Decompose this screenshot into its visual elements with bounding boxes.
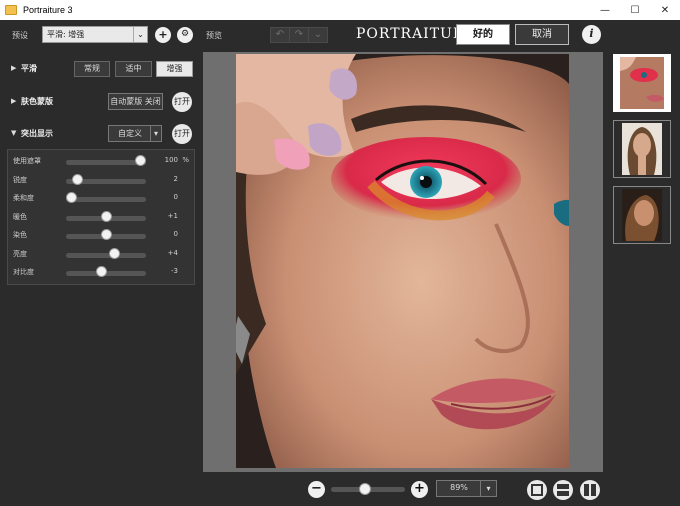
split-vertical-icon: [584, 484, 589, 496]
zoom-out-button[interactable]: −: [308, 481, 325, 498]
slider-row: 染色 0: [8, 227, 196, 245]
zoom-slider-handle[interactable]: [358, 483, 371, 495]
undo-icon[interactable]: ↶: [271, 28, 290, 42]
chevron-down-icon: ⌄: [133, 27, 147, 42]
smoothing-option-normal[interactable]: 常规: [74, 61, 110, 77]
slider-value: 0: [173, 230, 178, 238]
skin-mask-title: 肤色蒙版: [21, 97, 53, 106]
history-controls: ↶ ↷ ⌄: [270, 27, 328, 43]
slider-row: 亮度 +4: [8, 246, 196, 264]
smoothing-option-medium[interactable]: 适中: [115, 61, 152, 77]
single-view-button[interactable]: [527, 480, 547, 500]
slider-label: 亮度: [13, 249, 27, 258]
single-view-icon: [531, 484, 543, 496]
enhancements-open-button[interactable]: 打开: [172, 124, 192, 144]
slider-handle[interactable]: [71, 173, 83, 185]
slider-handle[interactable]: [135, 155, 146, 166]
slider-row: 使用遮罩 100%: [8, 153, 196, 171]
zoom-in-button[interactable]: +: [411, 481, 428, 498]
preview-area: [203, 52, 603, 472]
skin-mask-section-header[interactable]: ▶ 肤色蒙版: [0, 92, 200, 112]
slider-handle[interactable]: [100, 229, 112, 240]
slider-value: 2: [173, 174, 178, 183]
preview-label: 预览: [206, 31, 222, 40]
cancel-button[interactable]: 取消: [515, 24, 569, 45]
slider-value: +1: [167, 211, 178, 220]
slider-handle[interactable]: [66, 192, 77, 203]
top-toolbar: 预设 平滑: 增强 ⌄ + ⚙ 预览 ↶ ↷ ⌄ PORTRAITURI 好的 …: [0, 20, 680, 50]
slider-label: 锐度: [13, 175, 27, 184]
ok-button[interactable]: 好的: [456, 24, 510, 45]
smoothing-option-strong[interactable]: 增强: [156, 61, 193, 77]
preset-value: 平滑: 增强: [47, 30, 85, 39]
collapse-arrow-icon: ▼: [11, 129, 17, 137]
thumbnail-1[interactable]: [613, 54, 671, 112]
slider-value: 0: [173, 193, 178, 201]
slider-row: 柔和度 0: [8, 190, 196, 208]
slider-label: 染色: [13, 231, 27, 239]
slider-row: 锐度 2: [8, 172, 196, 190]
thumbnail-2[interactable]: [613, 120, 671, 178]
smoothing-title: 平滑: [21, 64, 37, 73]
chevron-down-icon: ▾: [150, 126, 161, 141]
slider-value: 100: [164, 156, 178, 164]
split-horizontal-icon: [557, 484, 569, 489]
slider-label: 暖色: [13, 212, 27, 221]
skin-mask-open-button[interactable]: 打开: [172, 92, 192, 112]
split-vertical-button[interactable]: [580, 480, 600, 500]
slider-track[interactable]: [66, 160, 146, 165]
bottom-bar: − + 89% ▾: [0, 472, 680, 506]
auto-mask-button[interactable]: 自动蒙版 关闭: [108, 93, 163, 110]
thumbnail-image: [622, 189, 662, 241]
history-menu-icon[interactable]: ⌄: [309, 28, 327, 42]
portrait-preview-image[interactable]: [236, 54, 569, 468]
close-button[interactable]: ✕: [650, 0, 680, 20]
brand-logo: PORTRAITURI: [356, 26, 471, 42]
gear-icon[interactable]: ⚙: [177, 27, 193, 43]
slider-handle[interactable]: [108, 247, 120, 259]
slider-row: 对比度 -3: [8, 264, 196, 282]
slider-track[interactable]: [66, 252, 146, 258]
enhancement-preset-value: 自定义: [118, 129, 142, 138]
thumbnail-image: [622, 123, 662, 175]
enhancement-sliders-panel: 使用遮罩 100% 锐度 2 柔和度 0 暖色 +1 染色 0 亮度 +4 对比度 -3: [7, 149, 195, 285]
enhancements-section-header[interactable]: ▼ 突出显示: [0, 124, 200, 144]
slider-label: 对比度: [13, 268, 34, 276]
slider-row: 暖色 +1: [8, 209, 196, 227]
slider-handle[interactable]: [101, 210, 113, 222]
chevron-down-icon: ▾: [480, 481, 496, 496]
enhancements-title: 突出显示: [21, 129, 53, 138]
enhancement-preset-dropdown[interactable]: 自定义 ▾: [108, 125, 162, 142]
slider-label: 使用遮罩: [13, 157, 41, 165]
minimize-button[interactable]: —: [590, 0, 620, 20]
slider-unit: %: [182, 156, 189, 164]
title-bar: Portraiture 3 — ☐ ✕: [0, 0, 680, 20]
thumbnail-3[interactable]: [613, 186, 671, 244]
slider-label: 柔和度: [13, 194, 34, 202]
zoom-dropdown[interactable]: 89% ▾: [436, 480, 497, 497]
info-icon[interactable]: i: [582, 25, 601, 44]
split-horizontal-button[interactable]: [553, 480, 573, 500]
expand-arrow-icon: ▶: [11, 64, 17, 72]
preset-dropdown[interactable]: 平滑: 增强 ⌄: [42, 26, 148, 43]
slider-value: -3: [171, 267, 178, 275]
add-preset-button[interactable]: +: [155, 27, 171, 43]
slider-track[interactable]: [66, 197, 146, 202]
preset-label: 预设: [12, 31, 28, 40]
expand-arrow-icon: ▶: [11, 97, 17, 105]
window-title: Portraiture 3: [23, 5, 73, 15]
thumbnail-image: [620, 57, 664, 109]
slider-value: +4: [167, 248, 178, 257]
portrait-illustration: [236, 54, 569, 468]
zoom-value: 89%: [450, 483, 468, 492]
maximize-button[interactable]: ☐: [620, 0, 650, 20]
redo-icon[interactable]: ↷: [290, 28, 309, 42]
app-icon: [5, 5, 17, 15]
